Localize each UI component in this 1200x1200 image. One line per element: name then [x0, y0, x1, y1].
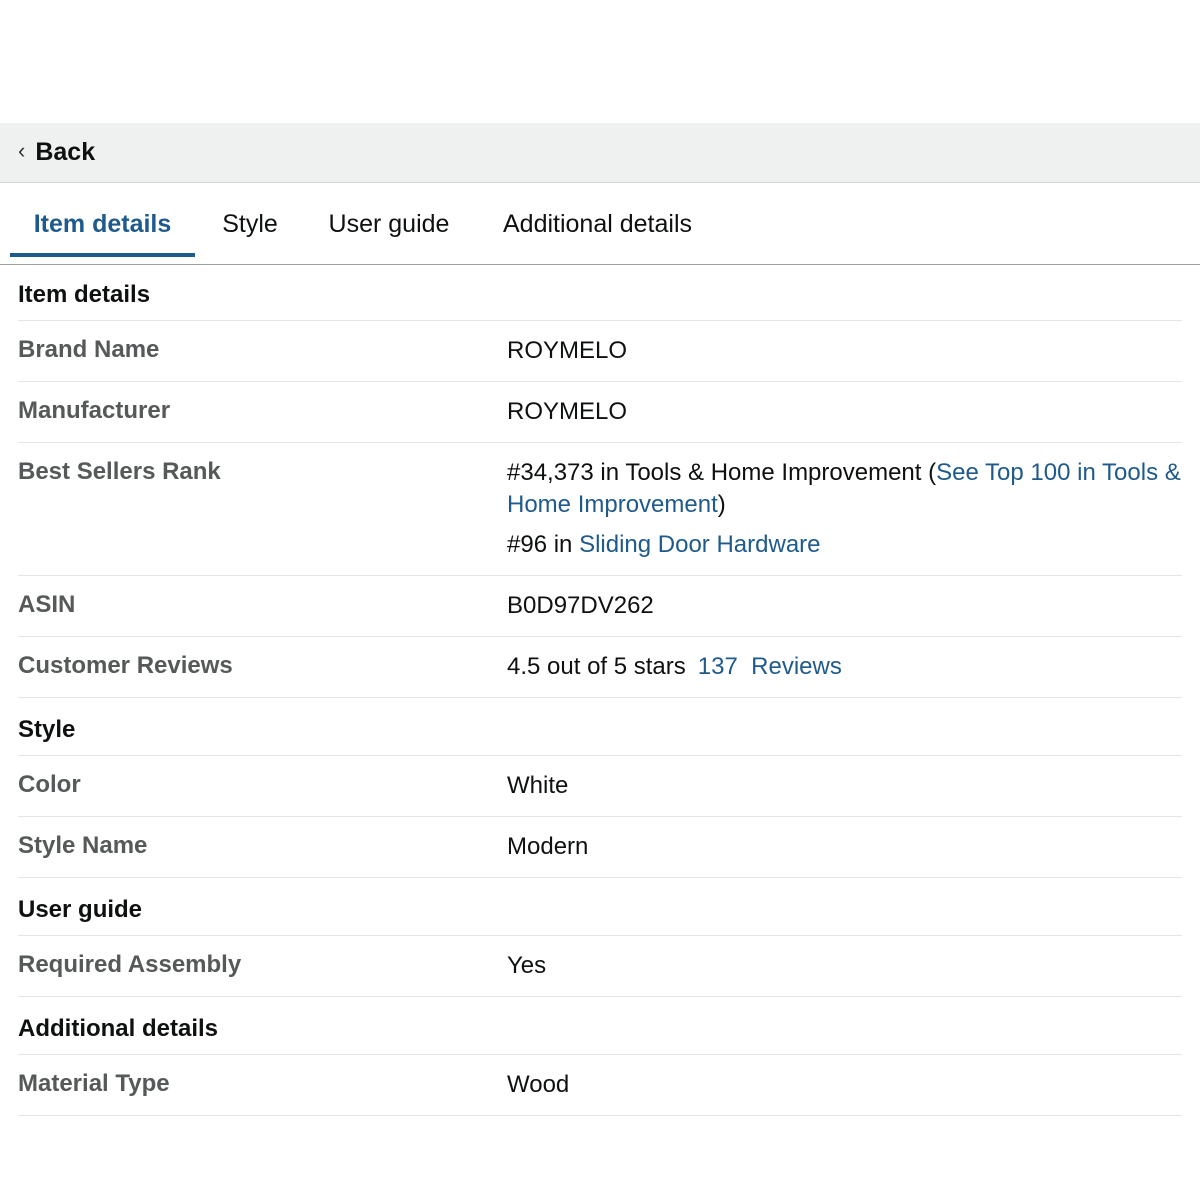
reviews-link[interactable]: 137 Reviews — [698, 653, 842, 680]
detail-row-color: Color White — [18, 756, 1182, 817]
rank-line-2: #96 in Sliding Door Hardware — [507, 529, 1182, 561]
rank-2-text: #96 in — [507, 531, 580, 558]
detail-key: ASIN — [18, 591, 76, 618]
detail-key: Best Sellers Rank — [18, 458, 221, 485]
tab-item-details[interactable]: Item details — [10, 183, 195, 265]
detail-row-best-sellers-rank: Best Sellers Rank #34,373 in Tools & Hom… — [18, 443, 1182, 576]
detail-value: ROYMELO — [507, 337, 628, 364]
tab-additional-details[interactable]: Additional details — [490, 183, 705, 265]
detail-key: Required Assembly — [18, 951, 242, 978]
detail-row-material-type: Material Type Wood — [18, 1055, 1182, 1116]
detail-key: Color — [18, 771, 81, 798]
back-button[interactable]: ‹ Back — [0, 123, 1200, 183]
tab-user-guide[interactable]: User guide — [320, 183, 458, 265]
chevron-left-icon: ‹ — [18, 137, 26, 163]
detail-value: ROYMELO — [507, 398, 628, 425]
detail-key: Customer Reviews — [18, 652, 233, 679]
detail-value: White — [507, 772, 569, 799]
detail-key: Manufacturer — [18, 397, 171, 424]
section-title-item-details: Item details — [18, 270, 1182, 321]
detail-row-manufacturer: Manufacturer ROYMELO — [18, 382, 1182, 443]
detail-row-asin: ASIN B0D97DV262 — [18, 576, 1182, 637]
detail-value: #34,373 in Tools & Home Improvement (See… — [507, 457, 1182, 561]
back-label: Back — [35, 138, 96, 166]
rank-1-close: ) — [717, 491, 726, 518]
section-title-user-guide: User guide — [18, 878, 1182, 936]
detail-key: Style Name — [18, 832, 148, 859]
detail-value: Yes — [507, 952, 547, 979]
tab-style[interactable]: Style — [212, 183, 288, 265]
detail-row-brand-name: Brand Name ROYMELO — [18, 321, 1182, 382]
detail-key: Material Type — [18, 1070, 170, 1097]
details-content: Item details Brand Name ROYMELO Manufact… — [18, 270, 1182, 1116]
detail-value: B0D97DV262 — [507, 592, 654, 619]
detail-value: Wood — [507, 1071, 570, 1098]
detail-value: 4.5 out of 5 stars 137 Reviews — [507, 651, 1182, 683]
sliding-door-hardware-link[interactable]: Sliding Door Hardware — [579, 531, 820, 558]
rating-text: 4.5 out of 5 stars — [507, 653, 686, 680]
detail-key: Brand Name — [18, 336, 160, 363]
rank-line-1: #34,373 in Tools & Home Improvement (See… — [507, 457, 1182, 521]
tab-bar: Item details Style User guide Additional… — [0, 183, 1200, 265]
detail-row-customer-reviews: Customer Reviews 4.5 out of 5 stars 137 R… — [18, 637, 1182, 698]
section-title-additional-details: Additional details — [18, 997, 1182, 1055]
rank-1-text: #34,373 in Tools & Home Improvement ( — [507, 459, 937, 486]
detail-value: Modern — [507, 833, 589, 860]
detail-row-style-name: Style Name Modern — [18, 817, 1182, 878]
detail-row-required-assembly: Required Assembly Yes — [18, 936, 1182, 997]
section-title-style: Style — [18, 698, 1182, 756]
